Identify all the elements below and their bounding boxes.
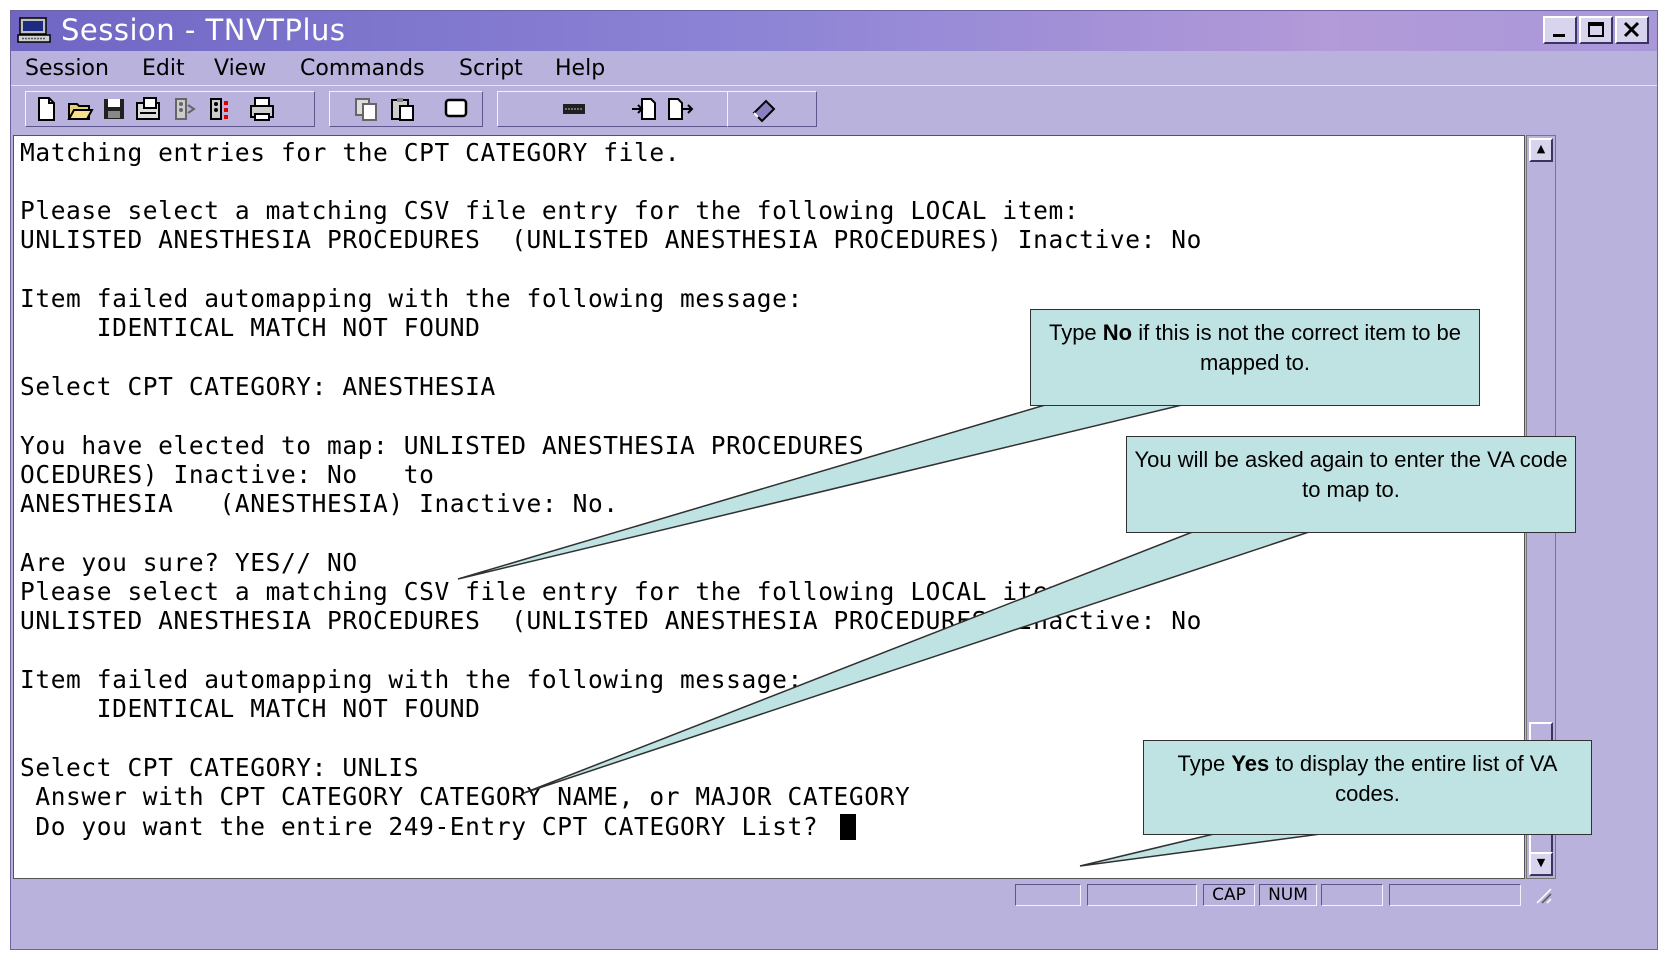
callout-text: Type	[1048, 320, 1103, 345]
text-cursor	[839, 814, 856, 840]
terminal-line: Item failed automapping with the followi…	[20, 665, 803, 694]
menu-session[interactable]: Session	[25, 56, 109, 81]
terminal-line: IDENTICAL MATCH NOT FOUND	[20, 313, 481, 342]
callout-type-yes: Type Yes to display the entire list of V…	[1143, 740, 1592, 835]
minimize-button[interactable]	[1543, 16, 1577, 44]
terminal-line: IDENTICAL MATCH NOT FOUND	[20, 694, 481, 723]
print-icon[interactable]	[248, 95, 276, 123]
toolbar-group-file	[25, 91, 315, 127]
terminal-line: Are you sure? YES// NO	[20, 548, 358, 577]
resize-grip-icon[interactable]	[1533, 885, 1553, 905]
caps-lock-indicator: CAP	[1203, 884, 1255, 906]
toolbar-group-transfer	[497, 91, 735, 127]
terminal-prompt-text: Do you want the entire 249-Entry CPT CAT…	[20, 812, 834, 841]
terminal-line: Select CPT CATEGORY: ANESTHESIA	[20, 372, 496, 401]
receive-icon[interactable]	[630, 95, 658, 123]
menu-commands[interactable]: Commands	[300, 56, 425, 81]
terminal-line: You have elected to map: UNLISTED ANESTH…	[20, 431, 865, 460]
callout-text: to display the entire list of VA codes.	[1269, 751, 1558, 806]
status-bar: CAP NUM	[11, 879, 1657, 949]
toolbar-group-script	[727, 91, 817, 127]
callout-emphasis: Yes	[1231, 751, 1270, 776]
terminal-line: Select CPT CATEGORY: UNLIS	[20, 753, 420, 782]
properties-icon[interactable]	[134, 95, 162, 123]
toolbar	[11, 85, 1657, 134]
status-panel	[1087, 884, 1197, 906]
close-icon	[1623, 21, 1640, 38]
minimize-icon	[1553, 34, 1565, 37]
window-title: Session - TNVTPlus	[61, 13, 346, 47]
terminal-line: Item failed automapping with the followi…	[20, 284, 803, 313]
terminal-prompt-line: Do you want the entire 249-Entry CPT CAT…	[20, 812, 856, 842]
terminal-line: Please select a matching CSV file entry …	[20, 196, 1080, 225]
copy-icon[interactable]	[352, 95, 380, 123]
terminal-line: Answer with CPT CATEGORY CATEGORY NAME, …	[20, 782, 911, 811]
menu-help[interactable]: Help	[555, 56, 605, 81]
terminal-line: OCEDURES) Inactive: No to	[20, 460, 435, 489]
computer-icon	[17, 17, 51, 43]
screen-icon[interactable]	[442, 95, 470, 123]
send-icon[interactable]	[666, 95, 694, 123]
keyboard-icon[interactable]	[560, 95, 588, 123]
callout-text: if this is not the correct item to be ma…	[1132, 320, 1462, 375]
callout-emphasis: No	[1102, 320, 1133, 345]
maximize-button[interactable]	[1579, 16, 1613, 44]
new-icon[interactable]	[32, 95, 60, 123]
toolbar-group-edit	[329, 91, 483, 127]
close-button[interactable]	[1615, 16, 1649, 44]
terminal-line: Matching entries for the CPT CATEGORY fi…	[20, 138, 681, 167]
open-icon[interactable]	[66, 95, 94, 123]
disconnect-icon[interactable]	[206, 95, 234, 123]
scroll-up-arrow-icon[interactable]: ▲	[1529, 138, 1553, 162]
terminal-line: Please select a matching CSV file entry …	[20, 577, 1080, 606]
menu-bar: Session Edit View Commands Script Help	[11, 51, 1657, 85]
save-icon[interactable]	[100, 95, 128, 123]
callout-text: You will be asked again to enter the VA …	[1134, 447, 1568, 502]
num-lock-indicator: NUM	[1259, 884, 1317, 906]
menu-view[interactable]: View	[214, 56, 266, 81]
terminal-line: ANESTHESIA (ANESTHESIA) Inactive: No.	[20, 489, 619, 518]
callout-asked-again: You will be asked again to enter the VA …	[1126, 436, 1576, 533]
script-icon[interactable]	[750, 95, 778, 123]
scroll-down-arrow-icon[interactable]: ▼	[1529, 852, 1553, 876]
menu-edit[interactable]: Edit	[142, 56, 185, 81]
callout-type-no: Type No if this is not the correct item …	[1030, 309, 1480, 406]
title-bar[interactable]: Session - TNVTPlus	[11, 11, 1657, 51]
status-panel	[1321, 884, 1383, 906]
maximize-icon	[1588, 22, 1604, 37]
paste-icon[interactable]	[388, 95, 416, 123]
status-panel	[1015, 884, 1081, 906]
terminal-line: UNLISTED ANESTHESIA PROCEDURES (UNLISTED…	[20, 606, 1202, 635]
menu-script[interactable]: Script	[459, 56, 523, 81]
terminal-line: UNLISTED ANESTHESIA PROCEDURES (UNLISTED…	[20, 225, 1202, 254]
callout-text: Type	[1177, 751, 1232, 776]
status-panel	[1389, 884, 1521, 906]
connect-icon[interactable]	[170, 95, 198, 123]
